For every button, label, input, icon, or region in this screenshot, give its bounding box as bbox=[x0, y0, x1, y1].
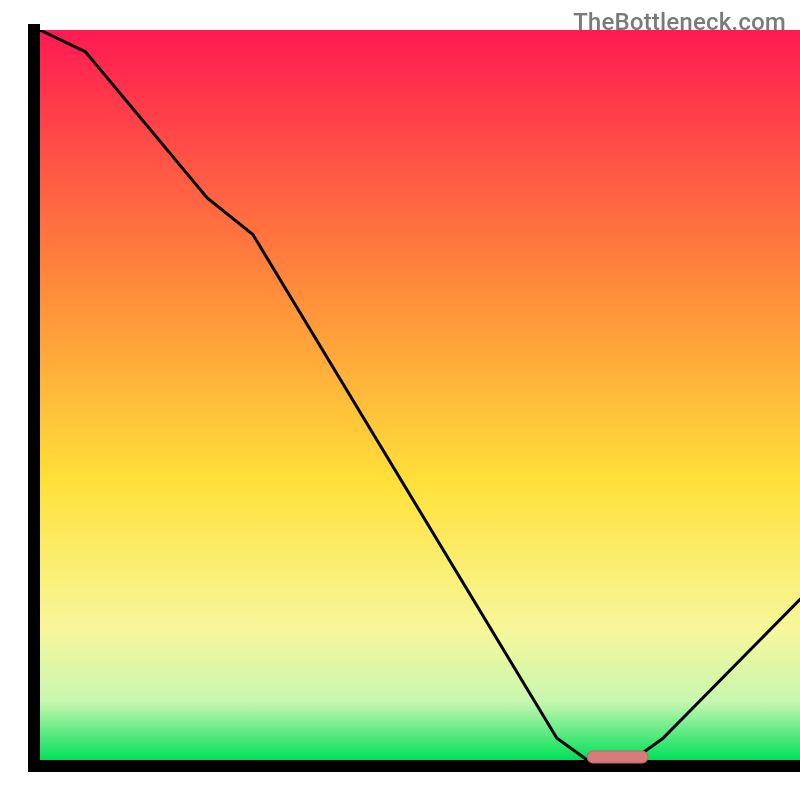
bottleneck-chart bbox=[0, 0, 800, 800]
optimal-marker bbox=[587, 751, 648, 763]
plot-background-gradient bbox=[40, 30, 800, 760]
chart-container: TheBottleneck.com bbox=[0, 0, 800, 800]
watermark-label: TheBottleneck.com bbox=[573, 8, 786, 36]
